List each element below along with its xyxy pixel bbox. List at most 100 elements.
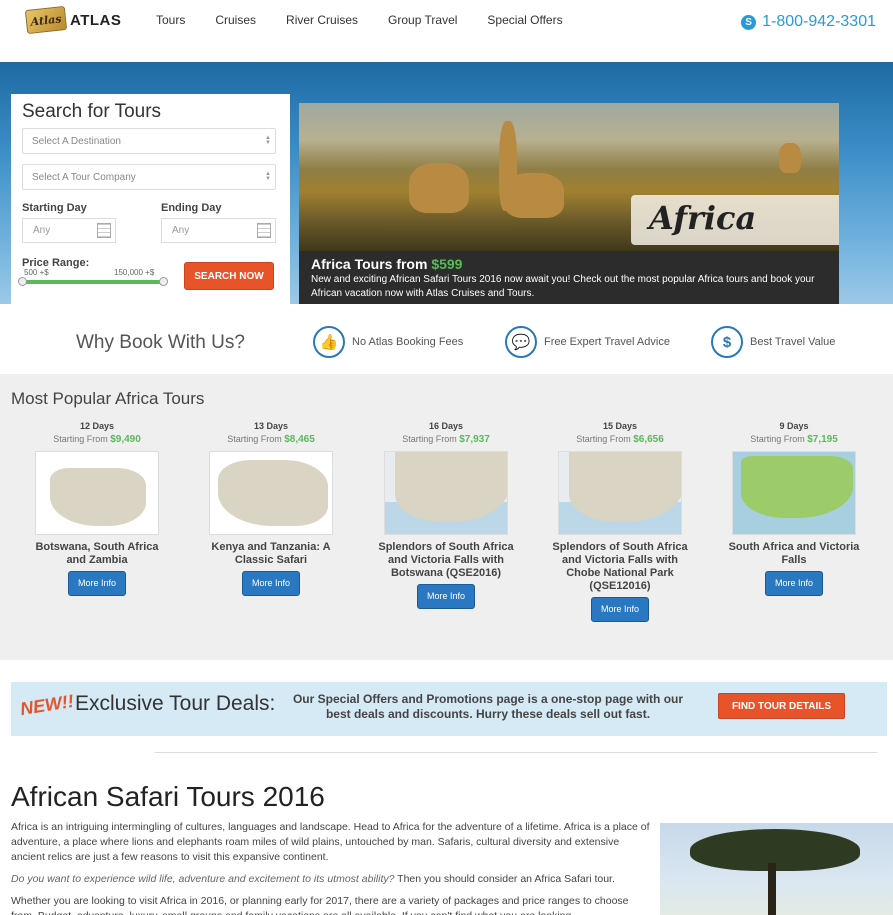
nav-river-cruises[interactable]: River Cruises xyxy=(286,13,358,27)
why-item-label: Free Expert Travel Advice xyxy=(544,336,670,348)
tour-card: 12 Days Starting From $9,490 Botswana, S… xyxy=(27,421,167,596)
deals-text: Our Special Offers and Promotions page i… xyxy=(292,692,684,721)
acacia-tree-photo xyxy=(660,823,893,915)
tour-map-image[interactable] xyxy=(384,451,508,535)
why-item-expert-advice: 💬 Free Expert Travel Advice xyxy=(505,326,670,358)
tour-price: $8,465 xyxy=(284,434,315,445)
starting-day-input[interactable]: Any xyxy=(22,218,116,243)
tour-card: 13 Days Starting From $8,465 Kenya and T… xyxy=(201,421,341,596)
more-info-button[interactable]: More Info xyxy=(765,571,823,596)
more-info-button[interactable]: More Info xyxy=(591,597,649,622)
price-min-handle[interactable] xyxy=(18,277,27,286)
article-title: African Safari Tours 2016 xyxy=(11,781,325,812)
tour-name[interactable]: South Africa and Victoria Falls xyxy=(724,541,864,567)
select-arrows-icon: ▲ ▼ xyxy=(265,135,271,146)
tour-name[interactable]: Splendors of South Africa and Victoria F… xyxy=(550,541,690,593)
caption-title: Africa Tours from $599 xyxy=(311,256,827,272)
main-nav: Tours Cruises River Cruises Group Travel… xyxy=(156,13,593,27)
giraffe-shape xyxy=(409,163,469,213)
why-book-title: Why Book With Us? xyxy=(76,332,245,353)
phone-number: 1-800-942-3301 xyxy=(762,13,876,30)
tree-trunk xyxy=(768,863,776,915)
tour-starting-from: Starting From $9,490 xyxy=(27,434,167,445)
starting-from-label: Starting From xyxy=(53,434,108,444)
tour-map-image[interactable] xyxy=(558,451,682,535)
find-tour-details-button[interactable]: FIND TOUR DETAILS xyxy=(718,693,845,719)
tour-map-image[interactable] xyxy=(732,451,856,535)
tour-card: 15 Days Starting From $6,656 Splendors o… xyxy=(550,421,690,622)
why-item-label: No Atlas Booking Fees xyxy=(352,336,464,348)
starting-from-label: Starting From xyxy=(750,434,805,444)
why-book-section: Why Book With Us? 👍 No Atlas Booking Fee… xyxy=(0,304,893,374)
atlas-logo[interactable]: Atlas ATLAS xyxy=(24,5,122,35)
chat-icon: 💬 xyxy=(505,326,537,358)
article-paragraph-rest: Then you should consider an Africa Safar… xyxy=(394,873,615,885)
tour-starting-from: Starting From $6,656 xyxy=(550,434,690,445)
starting-from-label: Starting From xyxy=(576,434,631,444)
logo-badge-icon: Atlas xyxy=(24,5,68,35)
tour-days: 9 Days xyxy=(779,421,809,431)
giraffe-photo: Africa xyxy=(299,103,839,251)
site-header: Atlas ATLAS Tours Cruises River Cruises … xyxy=(0,0,893,62)
deals-title: Exclusive Tour Deals: xyxy=(75,692,276,715)
new-badge: NEW!! xyxy=(18,690,76,720)
more-info-button[interactable]: More Info xyxy=(242,571,300,596)
tour-starting-from: Starting From $8,465 xyxy=(201,434,341,445)
why-item-best-value: $ Best Travel Value xyxy=(711,326,835,358)
africa-overlay-label: Africa xyxy=(631,195,839,245)
tour-company-select[interactable]: Select A Tour Company ▲ ▼ xyxy=(22,164,276,190)
destination-select[interactable]: Select A Destination ▲ ▼ xyxy=(22,128,276,154)
article-italic-question: Do you want to experience wild life, adv… xyxy=(11,873,395,885)
caption-text: New and exciting African Safari Tours 20… xyxy=(311,274,815,299)
more-info-button[interactable]: More Info xyxy=(417,584,475,609)
tour-price: $7,937 xyxy=(459,434,490,445)
tour-map-image[interactable] xyxy=(35,451,159,535)
tour-days: 12 Days xyxy=(79,421,115,431)
calendar-icon[interactable] xyxy=(257,223,271,238)
dollar-icon: $ xyxy=(711,326,743,358)
map-landmass xyxy=(741,456,853,518)
tour-starting-from: Starting From $7,937 xyxy=(376,434,516,445)
tour-price: $7,195 xyxy=(807,434,838,445)
map-landmass xyxy=(395,452,507,522)
starting-from-label: Starting From xyxy=(402,434,457,444)
tour-name[interactable]: Botswana, South Africa and Zambia xyxy=(27,541,167,567)
calendar-icon[interactable] xyxy=(97,223,111,238)
nav-special-offers[interactable]: Special Offers xyxy=(487,13,562,27)
search-now-button[interactable]: SEARCH NOW xyxy=(184,262,274,290)
banner-caption: Africa Tours from $599 New and exciting … xyxy=(299,251,839,310)
price-max-handle[interactable] xyxy=(159,277,168,286)
starting-day-placeholder: Any xyxy=(33,225,51,236)
exclusive-deals-banner: NEW!! Exclusive Tour Deals: Our Special … xyxy=(11,682,887,736)
tour-company-placeholder: Select A Tour Company xyxy=(32,172,136,183)
ending-day-input[interactable]: Any xyxy=(161,218,276,243)
logo-text: ATLAS xyxy=(70,11,122,29)
nav-tours[interactable]: Tours xyxy=(156,13,185,27)
price-max: 150,000 +$ xyxy=(114,268,155,277)
giraffe-shape xyxy=(779,143,801,173)
tour-map-image[interactable] xyxy=(209,451,333,535)
skype-icon: S xyxy=(741,14,757,30)
price-range-slider[interactable] xyxy=(22,280,164,284)
tour-price: $9,490 xyxy=(110,434,141,445)
search-title: Search for Tours xyxy=(22,101,162,122)
thumbs-up-icon: 👍 xyxy=(313,326,345,358)
tour-name[interactable]: Splendors of South Africa and Victoria F… xyxy=(376,541,516,580)
divider xyxy=(155,752,877,753)
africa-banner[interactable]: Africa Africa Tours from $599 New and ex… xyxy=(299,103,839,310)
destination-placeholder: Select A Destination xyxy=(32,136,121,147)
more-info-button[interactable]: More Info xyxy=(68,571,126,596)
map-landmass xyxy=(50,468,146,526)
popular-tours-section: Most Popular Africa Tours 12 Days Starti… xyxy=(0,374,893,660)
article-paragraph: Whether you are looking to visit Africa … xyxy=(11,895,629,915)
map-landmass xyxy=(218,460,328,526)
starting-from-label: Starting From xyxy=(227,434,282,444)
tour-name[interactable]: Kenya and Tanzania: A Classic Safari xyxy=(201,541,341,567)
nav-group-travel[interactable]: Group Travel xyxy=(388,13,457,27)
tour-days: 15 Days xyxy=(602,421,638,431)
nav-cruises[interactable]: Cruises xyxy=(215,13,256,27)
phone-link[interactable]: S 1-800-942-3301 xyxy=(741,13,876,31)
tour-card: 9 Days Starting From $7,195 South Africa… xyxy=(724,421,864,596)
article-paragraph: Africa is an intriguing intermingling of… xyxy=(11,821,650,863)
tour-search-form: Search for Tours Select A Destination ▲ ▼… xyxy=(11,94,290,304)
